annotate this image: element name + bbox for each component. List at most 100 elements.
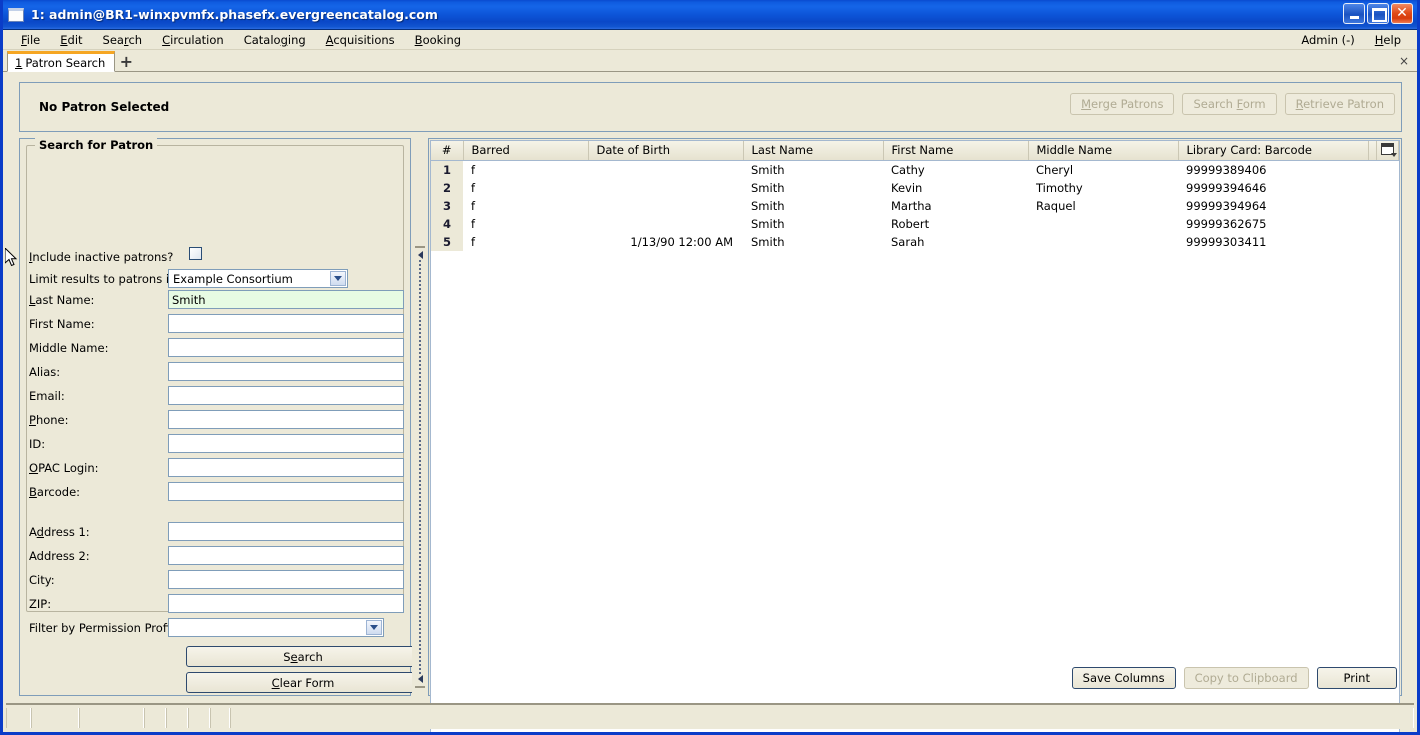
limit-results-value: Example Consortium [173,271,293,286]
results-grid[interactable]: # Barred Date of Birth Last Name First N… [430,140,1400,732]
menu-file[interactable]: File [11,33,50,47]
merge-patrons-button[interactable]: Merge Patrons [1070,93,1175,115]
last-name-input[interactable] [168,290,404,309]
minimize-button[interactable] [1343,3,1365,24]
id-input[interactable] [168,434,404,453]
menu-circulation[interactable]: Circulation [152,33,234,47]
alias-label: Alias: [29,365,61,379]
phone-label: Phone: [29,413,69,427]
chevron-down-icon [330,271,346,286]
window-icon [8,7,24,22]
retrieve-patron-button[interactable]: Retrieve Patron [1284,93,1395,115]
cell-spacer [1368,178,1377,197]
menu-booking[interactable]: Booking [405,33,471,47]
address1-label: Address 1: [29,525,90,539]
tab-number: 1 [15,55,23,70]
table-row[interactable]: 3 f Smith Martha Raquel 99999394964 [431,196,1399,215]
include-inactive-checkbox[interactable] [189,247,202,260]
chevron-down-icon [366,620,382,635]
col-header-last-name[interactable]: Last Name [743,141,884,161]
save-columns-button[interactable]: Save Columns [1071,667,1176,689]
menu-cataloging[interactable]: Cataloging [234,33,316,47]
col-header-middle-name[interactable]: Middle Name [1028,141,1179,161]
barcode-input[interactable] [168,482,404,501]
menu-edit[interactable]: Edit [50,33,92,47]
middle-name-input[interactable] [168,338,404,357]
menu-admin[interactable]: Admin (-) [1291,33,1364,47]
tab-patron-search[interactable]: 1 Patron Search [7,51,116,72]
address2-label: Address 2: [29,549,90,563]
barcode-label: Barcode: [29,485,81,499]
opac-login-input[interactable] [168,458,404,477]
zip-input[interactable] [168,594,404,613]
address1-input[interactable] [168,522,404,541]
patron-status-label: No Patron Selected [39,100,170,114]
cell-number: 3 [431,196,463,215]
clear-form-button[interactable]: Clear Form [186,672,420,693]
cell-last-name: Smith [743,178,883,197]
cell-number: 4 [431,214,463,233]
print-button[interactable]: Print [1316,667,1397,689]
cell-middle-name: Timothy [1028,178,1178,197]
menu-acquisitions[interactable]: Acquisitions [316,33,405,47]
col-header-spacer [1368,141,1377,161]
city-input[interactable] [168,570,404,589]
email-label: Email: [29,389,65,403]
middle-name-label: Middle Name: [29,341,109,355]
column-picker-button[interactable] [1376,141,1399,161]
splitter-collapse-left-bottom-icon[interactable] [414,674,426,684]
search-form-button[interactable]: Search Form [1182,93,1277,115]
address2-input[interactable] [168,546,404,565]
alias-input[interactable] [168,362,404,381]
col-header-first-name[interactable]: First Name [883,141,1029,161]
table-row[interactable]: 5 f 1/13/90 12:00 AM Smith Sarah 9999930… [431,232,1399,251]
status-panel [166,708,188,728]
permission-profile-select[interactable] [168,618,384,637]
menu-bar-right: Admin (-) Help [1291,33,1411,47]
table-row[interactable]: 4 f Smith Robert 99999362675 [431,214,1399,233]
cell-barred: f [463,214,588,233]
first-name-input[interactable] [168,314,404,333]
results-body: 1 f Smith Cathy Cheryl 99999389406 2 f S… [431,160,1399,251]
content-area: No Patron Selected Merge Patrons Search … [6,75,1414,732]
limit-results-label: Limit results to patrons in [29,272,177,286]
last-name-label: Last Name: [29,293,95,307]
cell-last-name: Smith [743,160,883,179]
results-panel: # Barred Date of Birth Last Name First N… [428,138,1402,732]
tab-bar: 1 Patron Search + × [3,50,1417,72]
cell-number: 1 [431,160,463,179]
col-header-barred[interactable]: Barred [463,141,589,161]
search-button[interactable]: Se arch [186,646,420,667]
close-button[interactable]: ✕ [1391,3,1413,24]
cell-last-name: Smith [743,196,883,215]
search-group-legend: Search for Patron [35,138,158,152]
cell-picker-spacer [1376,160,1399,179]
limit-results-select[interactable]: Example Consortium [168,269,348,288]
email-input[interactable] [168,386,404,405]
status-panel [188,708,210,728]
status-panel [230,708,1414,728]
table-row[interactable]: 2 f Smith Kevin Timothy 99999394646 [431,178,1399,197]
tab-label: Patron Search [25,55,106,70]
phone-input[interactable] [168,410,404,429]
cell-barcode: 99999394646 [1178,178,1368,197]
col-header-number[interactable]: # [431,141,464,161]
col-header-library-card-barcode[interactable]: Library Card: Barcode [1178,141,1369,161]
status-panel [31,708,79,728]
status-panel [210,708,230,728]
copy-to-clipboard-button[interactable]: Copy to Clipboard [1183,667,1309,689]
table-row[interactable]: 1 f Smith Cathy Cheryl 99999389406 [431,160,1399,179]
menu-help[interactable]: Help [1365,33,1411,47]
cell-last-name: Smith [743,232,883,251]
panel-splitter[interactable] [412,138,428,696]
status-panel [79,708,144,728]
maximize-button[interactable] [1367,3,1389,24]
new-tab-button[interactable]: + [115,51,137,71]
col-header-date-of-birth[interactable]: Date of Birth [588,141,744,161]
menu-search[interactable]: Search [93,33,153,47]
splitter-collapse-left-top-icon[interactable] [414,250,426,260]
cell-picker-spacer [1376,214,1399,233]
results-footer: Save Columns Copy to Clipboard Print [430,665,1397,691]
close-tab-button[interactable]: × [1399,54,1409,68]
cell-spacer [1368,196,1377,215]
